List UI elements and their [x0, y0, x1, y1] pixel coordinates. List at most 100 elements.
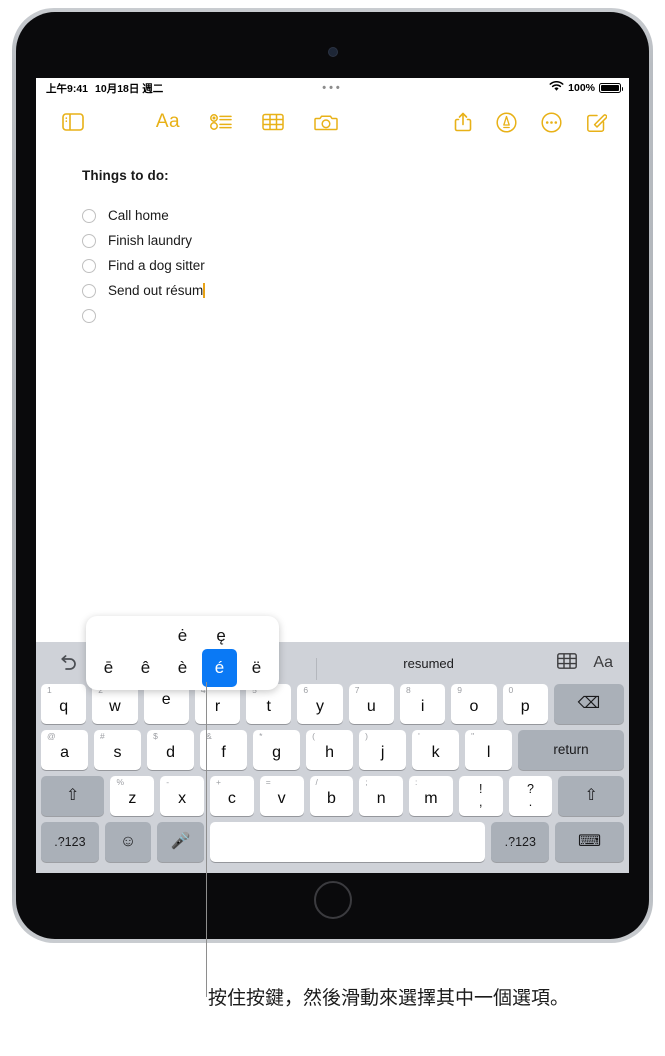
- sidebar-icon[interactable]: [62, 113, 84, 131]
- key-primary-label: .?123: [504, 834, 536, 849]
- key-primary-label: m: [424, 790, 438, 807]
- format-button[interactable]: Aa: [593, 654, 613, 672]
- key-primary-label: g: [272, 744, 282, 761]
- status-time: 上午9:41: [46, 82, 89, 95]
- key-v[interactable]: = v: [259, 776, 304, 816]
- accent-option[interactable]: ę: [203, 621, 240, 651]
- toolbar-center-group: Aa: [156, 111, 338, 133]
- key-w[interactable]: 2w: [92, 684, 138, 724]
- home-button[interactable]: [313, 881, 352, 919]
- question-period-key[interactable]: ?.: [508, 776, 553, 816]
- checkbox-icon[interactable]: [82, 233, 96, 248]
- front-camera-icon: [328, 48, 337, 56]
- key-primary-label: ,: [478, 795, 483, 809]
- checklist-icon[interactable]: [210, 113, 232, 131]
- table-icon[interactable]: [557, 652, 578, 674]
- space-key[interactable]: [210, 822, 486, 862]
- accent-popup-top-row: ėę: [86, 621, 279, 651]
- accent-option[interactable]: è: [165, 649, 200, 687]
- key-primary-label: h: [325, 744, 335, 761]
- checklist-item[interactable]: Send out résum: [82, 278, 629, 303]
- key-secondary-label: 9: [457, 685, 462, 695]
- key-b[interactable]: / b: [309, 776, 354, 816]
- key-j[interactable]: ) j: [359, 730, 407, 770]
- checklist-item-label: Call home: [108, 208, 169, 223]
- accent-option[interactable]: ê: [128, 649, 163, 687]
- key-z[interactable]: % z: [110, 776, 155, 816]
- key-m[interactable]: :m: [409, 776, 453, 816]
- keyboard-row: 1 q 2 w e 4 r 5 t 6 y 7 u 8 i 9 o 0 p ⌫: [36, 684, 629, 730]
- dismiss-keyboard-key[interactable]: ⌨: [555, 822, 625, 862]
- key-secondary-label: 8: [405, 685, 411, 695]
- checkbox-icon[interactable]: [82, 258, 96, 273]
- key-a[interactable]: @ a: [41, 730, 89, 770]
- format-button[interactable]: Aa: [156, 111, 180, 133]
- key-secondary-label: 1: [47, 685, 52, 695]
- key-s[interactable]: # s: [94, 730, 142, 770]
- dictation-key[interactable]: 🎤: [157, 822, 205, 862]
- markup-icon[interactable]: [496, 111, 517, 133]
- numbers-key-right[interactable]: .?123: [491, 822, 550, 862]
- share-icon[interactable]: [454, 112, 472, 132]
- key-primary-label: v: [277, 790, 286, 807]
- key-primary-label: ⇧: [66, 787, 80, 804]
- shift-right-key[interactable]: ⇧: [558, 776, 624, 816]
- return-key[interactable]: return: [518, 730, 624, 770]
- key-h[interactable]: (h: [306, 730, 354, 770]
- table-icon[interactable]: [262, 113, 284, 131]
- key-q[interactable]: 1q: [41, 684, 87, 724]
- key-primary-label: q: [59, 698, 69, 715]
- key-k[interactable]: ' k: [412, 730, 460, 770]
- emoji-key[interactable]: ☺: [104, 822, 152, 862]
- key-primary-label: p: [520, 698, 530, 715]
- checkbox-icon[interactable]: [82, 283, 96, 298]
- note-content[interactable]: Things to do: Call home Finish laundry Fin…: [36, 146, 629, 328]
- key-primary-label: d: [166, 744, 176, 761]
- callout-line: [206, 682, 208, 997]
- key-p[interactable]: 0p: [502, 684, 548, 724]
- key-g[interactable]: * g: [253, 730, 301, 770]
- key-r[interactable]: 4r: [194, 684, 241, 724]
- checkbox-icon[interactable]: [82, 308, 96, 323]
- camera-icon[interactable]: [314, 113, 338, 132]
- checklist-item[interactable]: Find a dog sitter: [82, 253, 629, 278]
- checklist: Call home Finish laundry Find a dog sitter…: [82, 203, 629, 328]
- key-o[interactable]: 9o: [451, 684, 497, 724]
- key-primary-label: .: [528, 795, 533, 809]
- prediction-candidate[interactable]: resumed: [315, 656, 542, 680]
- wifi-icon: [549, 80, 564, 95]
- status-date: 10月18日 週二: [95, 82, 164, 95]
- key-u[interactable]: 7u: [348, 684, 394, 724]
- accent-option[interactable]: ė: [164, 621, 201, 651]
- accent-option[interactable]: ē: [91, 649, 126, 687]
- undo-icon[interactable]: [46, 655, 90, 671]
- checklist-item[interactable]: [82, 303, 629, 328]
- key-secondary-label: (: [312, 731, 315, 741]
- checkbox-icon[interactable]: [82, 208, 96, 223]
- keyboard-row: .?123 ☺ 🎤 .?123 ⌨: [36, 822, 629, 868]
- backspace-key[interactable]: ⌫: [553, 684, 624, 724]
- checklist-item[interactable]: Finish laundry: [82, 228, 629, 253]
- key-primary-label: y: [316, 698, 325, 715]
- shift-left-key[interactable]: ⇧: [41, 776, 105, 816]
- exclam-comma-key[interactable]: !,: [458, 776, 503, 816]
- notes-toolbar: Aa: [36, 98, 629, 146]
- key-n[interactable]: ; n: [359, 776, 404, 816]
- numbers-key-left[interactable]: .?123: [41, 822, 99, 862]
- accent-character-popup[interactable]: ėę ēêèéë: [86, 616, 279, 690]
- compose-icon[interactable]: [586, 112, 607, 133]
- key-d[interactable]: $ d: [147, 730, 195, 770]
- key-e[interactable]: e: [143, 684, 189, 724]
- checklist-item[interactable]: Call home: [82, 203, 629, 228]
- key-primary-label: ⌫: [577, 695, 601, 712]
- key-primary-label: u: [366, 698, 376, 715]
- key-c[interactable]: + c: [209, 776, 254, 816]
- more-icon[interactable]: [541, 111, 562, 133]
- key-x[interactable]: -x: [160, 776, 204, 816]
- key-y[interactable]: 6y: [297, 684, 343, 724]
- key-l[interactable]: " l: [465, 730, 513, 770]
- accent-option[interactable]: ë: [239, 649, 274, 687]
- key-t[interactable]: 5t: [246, 684, 292, 724]
- key-i[interactable]: 8i: [399, 684, 446, 724]
- key-primary-label: i: [420, 698, 425, 715]
